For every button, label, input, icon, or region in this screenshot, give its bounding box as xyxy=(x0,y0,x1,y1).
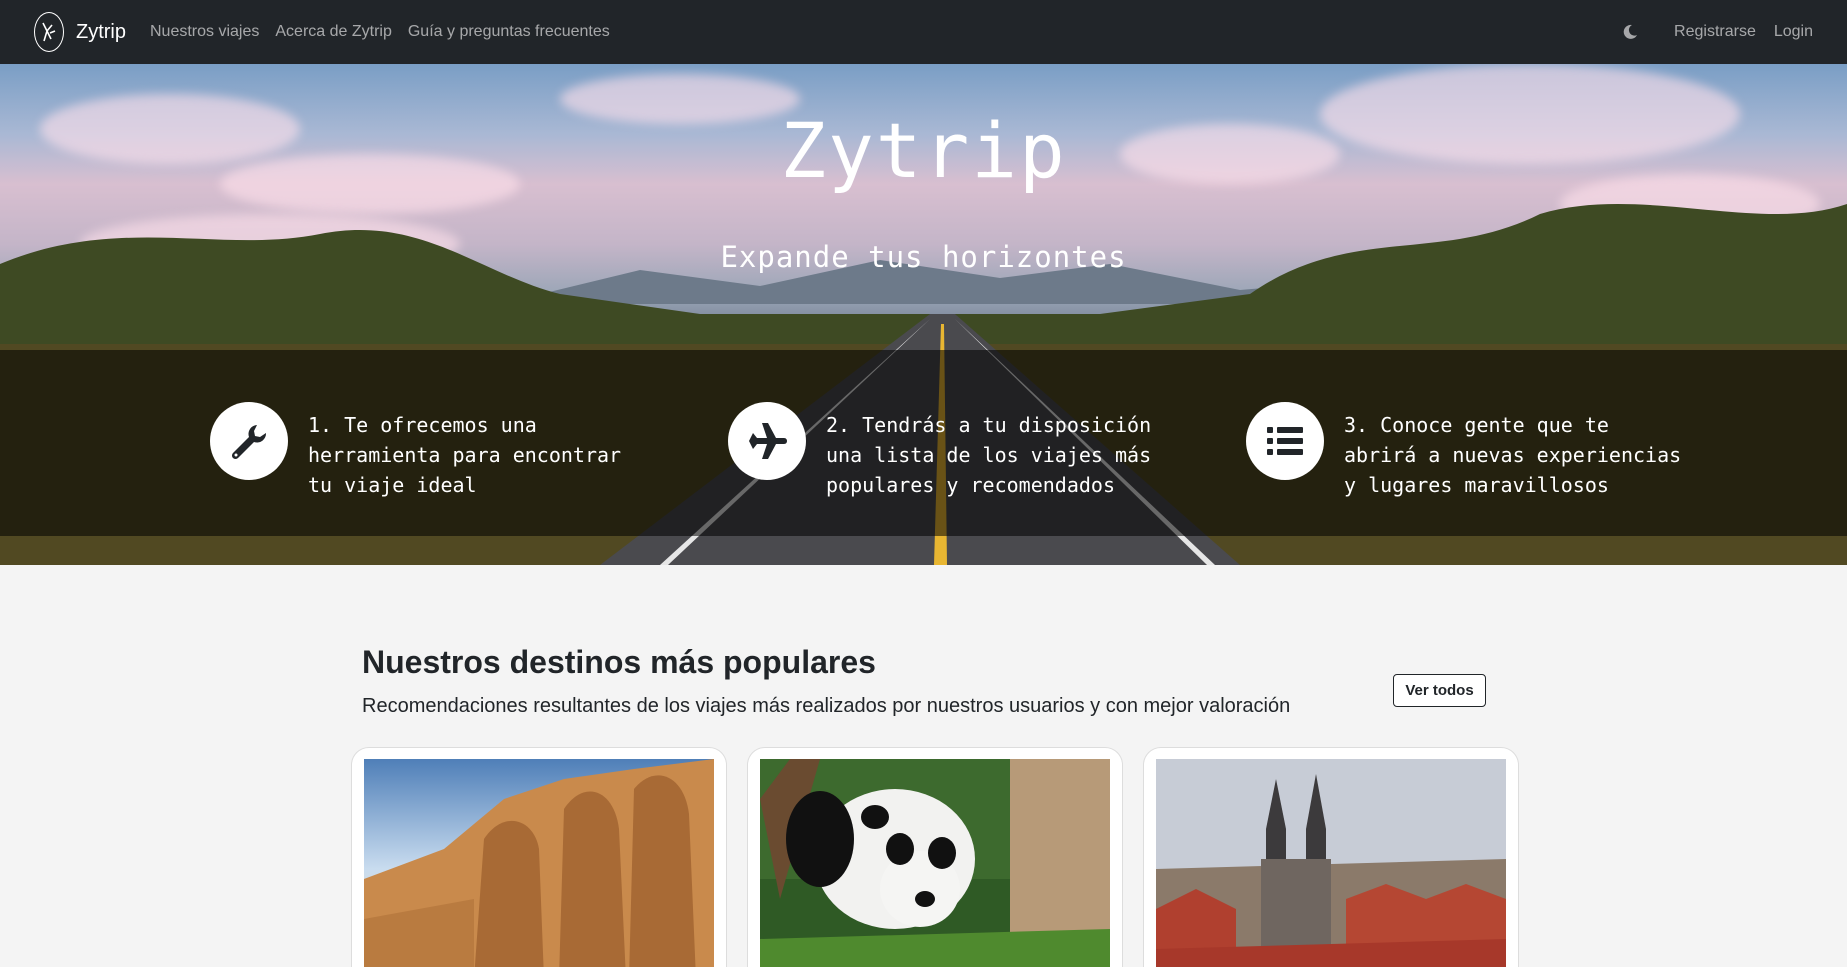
popular-section-title: Nuestros destinos más populares xyxy=(362,644,876,680)
feature-people: 3. Conoce gente que te abrirá a nuevas e… xyxy=(1246,402,1684,500)
feature-text-popular: 2. Tendrás a tu disposición una lista de… xyxy=(826,413,1152,497)
wrench-icon xyxy=(210,402,288,480)
list-icon xyxy=(1246,402,1324,480)
hero-subtitle: Expande tus horizontes xyxy=(720,240,1127,274)
nav-link-acerca[interactable]: Acerca de Zytrip xyxy=(275,23,391,41)
destination-card-egypt[interactable] xyxy=(351,747,727,967)
feature-tool: 1. Te ofrecemos una herramienta para enc… xyxy=(210,402,648,500)
panda-image xyxy=(760,759,1110,967)
hero-banner: Zytrip Expande tus horizontes 1. Te ofre… xyxy=(0,64,1847,565)
destination-card-china[interactable] xyxy=(747,747,1123,967)
hero-title: Zytrip xyxy=(780,106,1067,195)
feature-text-people: 3. Conoce gente que te abrirá a nuevas e… xyxy=(1344,413,1682,497)
nav-link-viajes[interactable]: Nuestros viajes xyxy=(150,23,259,41)
login-link[interactable]: Login xyxy=(1774,23,1813,41)
see-all-button[interactable]: Ver todos xyxy=(1393,674,1486,707)
airplane-icon xyxy=(728,402,806,480)
zytrip-logo-icon xyxy=(34,12,64,52)
feature-text-tool: 1. Te ofrecemos una herramienta para enc… xyxy=(308,413,622,497)
navbar: Zytrip Nuestros viajes Acerca de Zytrip … xyxy=(0,0,1847,64)
brand-link[interactable]: Zytrip xyxy=(34,12,126,52)
brand-name: Zytrip xyxy=(76,20,126,43)
prague-image xyxy=(1156,759,1506,967)
register-link[interactable]: Registrarse xyxy=(1674,23,1756,41)
dark-mode-moon-icon[interactable] xyxy=(1620,22,1640,42)
features-band: 1. Te ofrecemos una herramienta para enc… xyxy=(0,350,1847,536)
abu-simbel-image xyxy=(364,759,714,967)
nav-link-guia[interactable]: Guía y preguntas frecuentes xyxy=(408,23,610,41)
feature-popular: 2. Tendrás a tu disposición una lista de… xyxy=(728,402,1166,500)
destination-card-prague[interactable] xyxy=(1143,747,1519,967)
popular-section-subtitle: Recomendaciones resultantes de los viaje… xyxy=(362,695,1291,717)
